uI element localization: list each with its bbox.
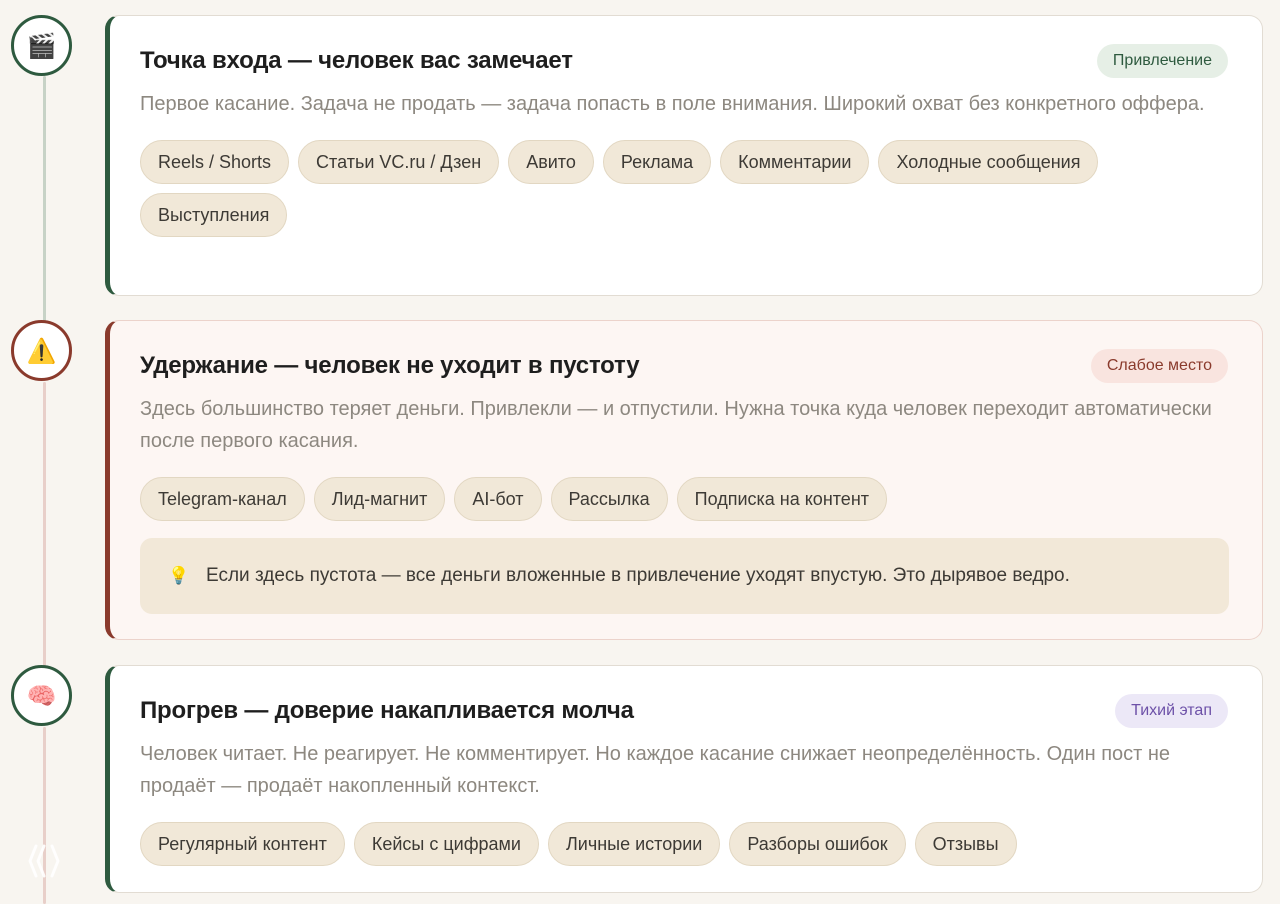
clapperboard-icon: 🎬 xyxy=(11,15,72,76)
channel-tag[interactable]: Telegram-канал xyxy=(140,477,305,521)
brain-icon: 🧠 xyxy=(11,665,72,726)
channel-tag[interactable]: Подписка на контент xyxy=(676,477,887,521)
lightbulb-icon: 💡 xyxy=(168,566,190,586)
step-title: Точка входа — человек вас замечает xyxy=(140,47,573,74)
step-description: Первое касание. Задача не продать — зада… xyxy=(140,93,1205,115)
channel-tag[interactable]: Комментарии xyxy=(720,140,870,184)
channel-tag[interactable]: Reels / Shorts xyxy=(140,140,290,184)
channel-tag[interactable]: Реклама xyxy=(602,140,712,184)
tag-list: Регулярный контент Кейсы с цифрами Личны… xyxy=(140,822,1235,866)
tag-list: Telegram-канал Лид-магнит AI-бот Рассылк… xyxy=(140,477,1235,521)
channel-tag[interactable]: Личные истории xyxy=(547,822,721,866)
step-card-retention: Удержание — человек не уходит в пустоту … xyxy=(105,320,1263,640)
sparkle-logo-icon xyxy=(28,844,60,878)
channel-tag[interactable]: Статьи VC.ru / Дзен xyxy=(298,140,500,184)
channel-tag[interactable]: Лид-магнит xyxy=(313,477,446,521)
step-title: Удержание — человек не уходит в пустоту xyxy=(140,352,640,379)
step-title: Прогрев — доверие накапливается молча xyxy=(140,697,634,724)
step-description: Здесь большинство теряет деньги. Привлек… xyxy=(140,398,1212,452)
channel-tag[interactable]: Холодные сообщения xyxy=(878,140,1099,184)
step-badge: Тихий этап xyxy=(1115,694,1228,728)
channel-tag[interactable]: Отзывы xyxy=(914,822,1017,866)
funnel-page: 🎬 ⚠️ 🧠 Точка входа — человек вас замечае… xyxy=(0,0,1280,904)
warning-icon: ⚠️ xyxy=(11,320,72,381)
warning-note: 💡 Если здесь пустота — все деньги вложен… xyxy=(140,538,1229,614)
tag-list: Reels / Shorts Статьи VC.ru / Дзен Авито… xyxy=(140,140,1235,237)
note-text: Если здесь пустота — все деньги вложенны… xyxy=(206,565,1070,586)
step-badge: Слабое место xyxy=(1090,349,1228,383)
step-badge: Привлечение xyxy=(1096,44,1228,78)
channel-tag[interactable]: Авито xyxy=(508,140,594,184)
channel-tag[interactable]: AI-бот xyxy=(454,477,542,521)
timeline-connector xyxy=(43,382,46,668)
step-description: Человек читает. Не реагирует. Не коммент… xyxy=(140,743,1171,797)
step-card-attraction: Точка входа — человек вас замечает Привл… xyxy=(105,15,1263,296)
channel-tag[interactable]: Выступления xyxy=(140,193,288,237)
channel-tag[interactable]: Разборы ошибок xyxy=(729,822,906,866)
channel-tag[interactable]: Регулярный контент xyxy=(140,822,345,866)
channel-tag[interactable]: Рассылка xyxy=(550,477,668,521)
timeline-connector xyxy=(43,76,46,323)
step-card-warmup: Прогрев — доверие накапливается молча Ти… xyxy=(105,665,1263,893)
channel-tag[interactable]: Кейсы с цифрами xyxy=(353,822,539,866)
